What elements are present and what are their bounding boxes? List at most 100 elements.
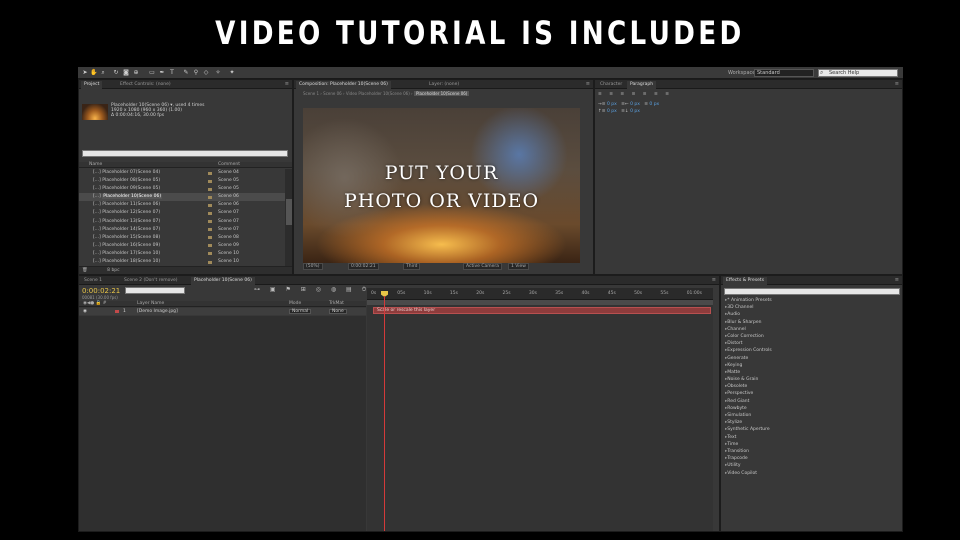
effect-category[interactable]: Utility bbox=[725, 462, 901, 469]
brush-tool-icon[interactable]: ✎ bbox=[182, 69, 190, 77]
effect-category[interactable]: Expression Controls bbox=[725, 347, 901, 354]
effect-category[interactable]: Video Copilot bbox=[725, 470, 901, 477]
tab-scene-2[interactable]: Scene 2 (Don't remove) bbox=[121, 277, 181, 285]
clone-tool-icon[interactable]: ⚲ bbox=[192, 69, 200, 77]
effect-category[interactable]: Synthetic Aperture bbox=[725, 426, 901, 433]
effect-category[interactable]: Matte bbox=[725, 369, 901, 376]
camera-tool-icon[interactable]: ◙ bbox=[122, 69, 130, 77]
indent-right-value[interactable]: 0 px bbox=[630, 102, 640, 107]
list-item[interactable]: [...] Placeholder 12(Scene 07) Scene 07 bbox=[79, 209, 285, 217]
effect-category[interactable]: Distort bbox=[725, 340, 901, 347]
effect-category[interactable]: Simulation bbox=[725, 412, 901, 419]
workspace-select[interactable]: Standard bbox=[754, 69, 814, 77]
list-item[interactable]: [...] Placeholder 09(Scene 05) Scene 05 bbox=[79, 185, 285, 193]
breadcrumb-item[interactable]: Video Placeholder 10(Scene 06) bbox=[346, 91, 410, 96]
layer-row[interactable]: ◉ 1 [Demo Image.jpg] Normal None bbox=[79, 308, 366, 315]
timeline-search-input[interactable] bbox=[125, 287, 185, 294]
effect-category[interactable]: Rowbyte bbox=[725, 405, 901, 412]
tab-scene-1[interactable]: Scene 1 bbox=[81, 277, 105, 285]
panel-menu-icon[interactable]: ≡ bbox=[895, 277, 899, 284]
align-buttons[interactable]: ≡ ≡ ≡ ≡ ≡ ≡ ≡ bbox=[598, 92, 672, 98]
trash-icon[interactable]: 🗑 bbox=[82, 268, 88, 273]
tab-paragraph[interactable]: Paragraph bbox=[627, 81, 657, 89]
list-item[interactable]: [...] Placeholder 18(Scene 10) Scene 10 bbox=[79, 258, 285, 266]
tab-project[interactable]: Project bbox=[81, 81, 103, 89]
project-scrollbar[interactable] bbox=[285, 169, 292, 274]
label-color-swatch[interactable] bbox=[208, 203, 212, 207]
label-color-swatch[interactable] bbox=[208, 260, 212, 264]
space-before-value[interactable]: 0 px bbox=[607, 109, 617, 114]
list-item[interactable]: [...] Placeholder 17(Scene 10) Scene 10 bbox=[79, 250, 285, 258]
panel-menu-icon[interactable]: ≡ bbox=[285, 81, 289, 88]
layer-duration-bar[interactable]: Scale or rescale this layer bbox=[373, 307, 711, 314]
panel-menu-icon[interactable]: ≡ bbox=[586, 81, 590, 88]
eraser-tool-icon[interactable]: ◇ bbox=[202, 69, 210, 77]
mask-tool-icon[interactable]: ▭ bbox=[148, 69, 156, 77]
effect-category[interactable]: Obsolete bbox=[725, 383, 901, 390]
tab-effects-presets[interactable]: Effects & Presets bbox=[723, 277, 768, 285]
column-mode[interactable]: Mode bbox=[289, 301, 301, 307]
first-line-value[interactable]: 0 px bbox=[649, 102, 659, 107]
label-color-swatch[interactable] bbox=[208, 236, 212, 240]
column-trkmat[interactable]: TrkMat bbox=[329, 301, 344, 307]
list-item[interactable]: [...] Placeholder 11(Scene 06) Scene 06 bbox=[79, 201, 285, 209]
effect-category[interactable]: Audio bbox=[725, 311, 901, 318]
layer-trkmat-select[interactable]: None bbox=[329, 309, 347, 314]
text-tool-icon[interactable]: T bbox=[168, 69, 176, 77]
roto-tool-icon[interactable]: ✧ bbox=[214, 69, 222, 77]
timeline-switches[interactable]: ⊶ ▣ ⚑ ⊞ ◎ ◍ ▤ ⏱ bbox=[254, 286, 370, 294]
layer-label-color[interactable] bbox=[115, 310, 119, 313]
list-item[interactable]: [...] Placeholder 15(Scene 08) Scene 08 bbox=[79, 234, 285, 242]
effect-category[interactable]: Blur & Sharpen bbox=[725, 319, 901, 326]
breadcrumb-item-current[interactable]: Placeholder 10(Scene 06) bbox=[413, 91, 470, 96]
column-name[interactable]: Name bbox=[89, 162, 102, 168]
tab-layer[interactable]: Layer: (none) bbox=[426, 81, 462, 89]
effect-category[interactable]: Channel bbox=[725, 326, 901, 333]
list-item[interactable]: [...] Placeholder 14(Scene 07) Scene 07 bbox=[79, 226, 285, 234]
visibility-eye-icon[interactable]: ◉ bbox=[83, 308, 87, 315]
list-item[interactable]: [...] Placeholder 07(Scene 04) Scene 04 bbox=[79, 169, 285, 177]
panel-menu-icon[interactable]: ≡ bbox=[712, 277, 716, 284]
label-color-swatch[interactable] bbox=[208, 252, 212, 256]
current-time-display[interactable]: 0:00:02:21 bbox=[82, 287, 120, 295]
zoom-tool-icon[interactable]: ⌕ bbox=[99, 69, 107, 77]
layer-name[interactable]: [Demo Image.jpg] bbox=[137, 308, 178, 315]
label-color-swatch[interactable] bbox=[208, 171, 212, 175]
label-color-swatch[interactable] bbox=[208, 195, 212, 199]
comp-viewer[interactable]: PUT YOUR PHOTO OR VIDEO bbox=[303, 108, 580, 263]
tab-character[interactable]: Character bbox=[597, 81, 625, 89]
effect-category[interactable]: Color Correction bbox=[725, 333, 901, 340]
label-color-swatch[interactable] bbox=[208, 220, 212, 224]
pen-tool-icon[interactable]: ✒ bbox=[158, 69, 166, 77]
breadcrumb-item[interactable]: Scene 06 bbox=[323, 91, 342, 96]
effect-category[interactable]: Text bbox=[725, 434, 901, 441]
effect-category[interactable]: * Animation Presets bbox=[725, 297, 901, 304]
tab-effect-controls[interactable]: Effect Controls: (none) bbox=[117, 81, 174, 89]
tab-placeholder-10[interactable]: Placeholder 10(Scene 06) bbox=[191, 277, 255, 285]
label-color-swatch[interactable] bbox=[208, 211, 212, 215]
effect-category[interactable]: Perspective bbox=[725, 390, 901, 397]
effect-category[interactable]: 3D Channel bbox=[725, 304, 901, 311]
rotate-tool-icon[interactable]: ↻ bbox=[112, 69, 120, 77]
column-comment[interactable]: Comment bbox=[218, 162, 240, 168]
list-item[interactable]: [...] Placeholder 10(Scene 06) Scene 06 bbox=[79, 193, 285, 202]
bpc-indicator[interactable]: 8 bpc bbox=[107, 268, 119, 273]
tab-composition[interactable]: Composition: Placeholder 10(Scene 06) bbox=[296, 81, 391, 89]
list-item[interactable]: [...] Placeholder 16(Scene 09) Scene 09 bbox=[79, 242, 285, 250]
camera-select[interactable]: Active Camera bbox=[463, 263, 503, 270]
space-after-value[interactable]: 0 px bbox=[630, 109, 640, 114]
indent-left-value[interactable]: 0 px bbox=[607, 102, 617, 107]
selection-tool-icon[interactable]: ➤ bbox=[81, 69, 89, 77]
resolution-select[interactable]: Third bbox=[403, 263, 421, 270]
effect-category[interactable]: Generate bbox=[725, 355, 901, 362]
effect-category[interactable]: Trapcode bbox=[725, 455, 901, 462]
timecode-display[interactable]: 0:00:02:21 bbox=[348, 263, 379, 270]
effects-search-input[interactable] bbox=[724, 288, 900, 295]
effect-category[interactable]: Stylize bbox=[725, 419, 901, 426]
help-search-input[interactable]: Search Help bbox=[818, 69, 898, 77]
views-select[interactable]: 1 View bbox=[508, 263, 529, 270]
label-color-swatch[interactable] bbox=[208, 244, 212, 248]
column-layer-name[interactable]: Layer Name bbox=[137, 301, 164, 307]
panel-menu-icon[interactable]: ≡ bbox=[895, 81, 899, 88]
list-item[interactable]: [...] Placeholder 13(Scene 07) Scene 07 bbox=[79, 218, 285, 226]
